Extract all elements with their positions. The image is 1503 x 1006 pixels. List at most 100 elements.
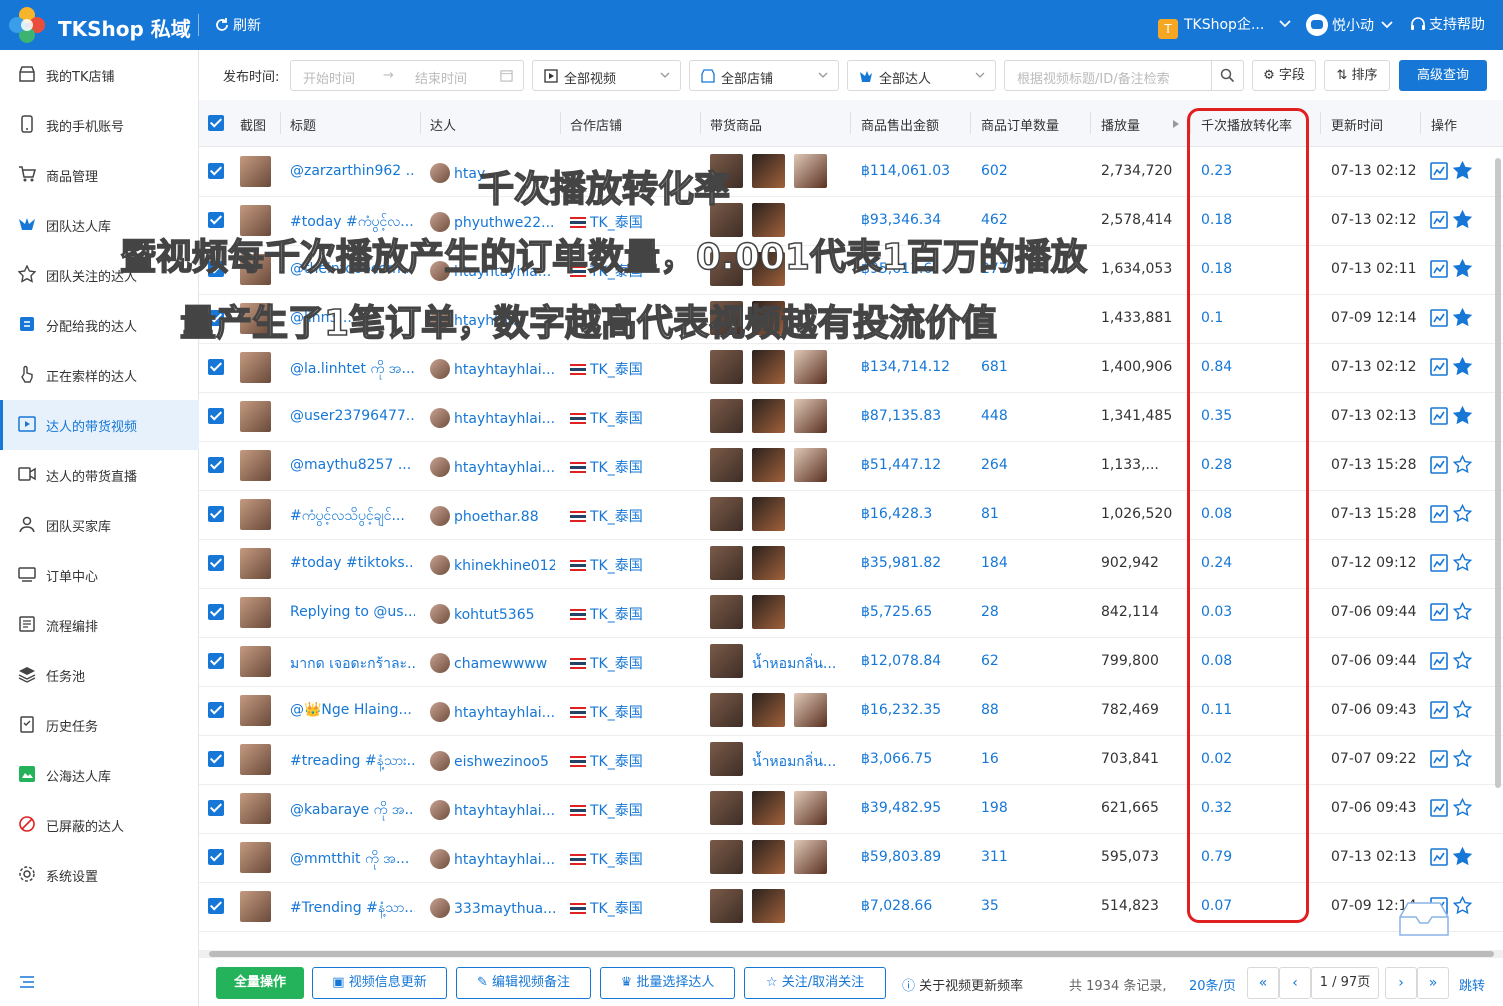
product-thumbnail[interactable]: [752, 791, 785, 825]
sidebar-item[interactable]: 流程编排: [0, 600, 199, 650]
orders-value[interactable]: 448: [981, 408, 1008, 424]
sidebar-item[interactable]: 任务池: [0, 650, 199, 700]
sort-button[interactable]: ⇅ 排序: [1324, 60, 1390, 91]
shop-cell[interactable]: TK_泰国: [570, 653, 690, 673]
shop-cell[interactable]: TK_泰国: [570, 359, 690, 379]
video-title[interactable]: มากด เจอดะกร้าละ...: [290, 653, 415, 675]
select-all-checkbox[interactable]: [208, 115, 224, 131]
product-name[interactable]: น้ำหอมกลิ่น...: [752, 751, 852, 773]
creator-cell[interactable]: htayhtayhlai...: [430, 359, 555, 379]
sidebar-item[interactable]: 达人的带货视频: [0, 400, 199, 450]
jump-button[interactable]: 跳转: [1459, 975, 1485, 994]
chart-icon[interactable]: [1430, 652, 1448, 670]
row-checkbox[interactable]: [208, 849, 224, 865]
first-page-button[interactable]: «: [1247, 967, 1279, 999]
creator-cell[interactable]: htayhtayhlai...: [430, 800, 555, 820]
creator-cell[interactable]: kohtut5365: [430, 604, 555, 624]
product-thumbnail[interactable]: [794, 399, 827, 433]
chart-icon[interactable]: [1430, 407, 1448, 425]
prev-page-button[interactable]: ‹: [1279, 967, 1311, 999]
product-thumbnail[interactable]: [794, 840, 827, 874]
update-frequency-link[interactable]: ⓘ 关于视频更新频率: [902, 975, 1023, 994]
video-thumbnail[interactable]: [240, 156, 271, 187]
gmv-value[interactable]: ฿35,981.82: [861, 555, 941, 571]
row-checkbox[interactable]: [208, 800, 224, 816]
row-checkbox[interactable]: [208, 898, 224, 914]
video-title[interactable]: #Trending #နံ့သာ...: [290, 898, 415, 919]
row-checkbox[interactable]: [208, 702, 224, 718]
advanced-query-button[interactable]: 高级查询: [1399, 60, 1487, 91]
sidebar-item[interactable]: 我的TK店铺: [0, 50, 199, 100]
star-icon[interactable]: [1453, 357, 1472, 376]
refresh-button[interactable]: 刷新: [214, 15, 261, 35]
product-thumbnail[interactable]: [710, 644, 743, 678]
product-thumbnail[interactable]: [794, 693, 827, 727]
shop-cell[interactable]: TK_泰国: [570, 800, 690, 820]
col-orders[interactable]: 商品订单数量: [981, 115, 1059, 134]
row-checkbox[interactable]: [208, 212, 224, 228]
video-thumbnail[interactable]: [240, 597, 271, 628]
product-thumbnail[interactable]: [710, 791, 743, 825]
sidebar-item[interactable]: 订单中心: [0, 550, 199, 600]
product-thumbnail[interactable]: [752, 840, 785, 874]
user-menu[interactable]: 悦小动: [1306, 14, 1394, 36]
batch-creator-button[interactable]: ♛ 批量选择达人: [600, 967, 735, 999]
creator-cell[interactable]: eishwezinoo5: [430, 751, 555, 771]
inbox-icon[interactable]: [1392, 897, 1456, 941]
col-gmv[interactable]: 商品售出金额: [861, 115, 939, 134]
chart-icon[interactable]: [1430, 799, 1448, 817]
gmv-value[interactable]: ฿87,135.83: [861, 408, 941, 424]
product-thumbnail[interactable]: [752, 889, 785, 923]
orders-value[interactable]: 184: [981, 555, 1008, 571]
next-page-button[interactable]: ›: [1385, 967, 1417, 999]
col-title[interactable]: 标题: [290, 115, 316, 134]
sidebar-item[interactable]: 系统设置: [0, 850, 199, 900]
fields-button[interactable]: ⚙ 字段: [1252, 60, 1316, 91]
sidebar-item[interactable]: 达人的带货直播: [0, 450, 199, 500]
video-thumbnail[interactable]: [240, 695, 271, 726]
video-title[interactable]: #treading #နံ့သား...: [290, 751, 415, 772]
star-icon[interactable]: [1453, 308, 1472, 327]
product-thumbnail[interactable]: [752, 546, 785, 580]
video-thumbnail[interactable]: [240, 499, 271, 530]
chart-icon[interactable]: [1430, 309, 1448, 327]
sort-desc-icon[interactable]: [1172, 118, 1180, 130]
sidebar-item[interactable]: 正在索样的达人: [0, 350, 199, 400]
sidebar-item[interactable]: 团队买家库: [0, 500, 199, 550]
orders-value[interactable]: 311: [981, 849, 1008, 865]
video-title[interactable]: @👑Nge Hlaing...: [290, 702, 415, 718]
row-checkbox[interactable]: [208, 457, 224, 473]
video-thumbnail[interactable]: [240, 548, 271, 579]
creator-cell[interactable]: htayhtayhlai...: [430, 408, 555, 428]
orders-value[interactable]: 16: [981, 751, 999, 767]
orders-value[interactable]: 264: [981, 457, 1008, 473]
product-thumbnail[interactable]: [710, 350, 743, 384]
orders-value[interactable]: 602: [981, 163, 1008, 179]
gmv-value[interactable]: ฿114,061.03: [861, 163, 950, 179]
shop-cell[interactable]: TK_泰国: [570, 457, 690, 477]
col-views[interactable]: 播放量: [1101, 115, 1140, 134]
sidebar-item[interactable]: 我的手机账号: [0, 100, 199, 150]
product-thumbnail[interactable]: [710, 546, 743, 580]
company-switcher[interactable]: T TKShop企...: [1158, 14, 1292, 39]
search-button[interactable]: [1211, 61, 1243, 90]
video-title[interactable]: @kabaraye ကို အ...: [290, 800, 415, 821]
star-icon[interactable]: [1453, 259, 1472, 278]
page-indicator[interactable]: 1 / 97页: [1311, 967, 1379, 999]
horizontal-scrollbar[interactable]: [199, 950, 1503, 958]
follow-button[interactable]: ☆ 关注/取消关注: [744, 967, 886, 999]
video-thumbnail[interactable]: [240, 842, 271, 873]
scroll-thumb[interactable]: [209, 951, 1494, 957]
chart-icon[interactable]: [1430, 456, 1448, 474]
search-input[interactable]: 根据视频标题/ID/备注检索: [1004, 60, 1244, 91]
creator-cell[interactable]: phoethar.88: [430, 506, 555, 526]
update-info-button[interactable]: ▣ 视频信息更新: [312, 967, 447, 999]
creator-cell[interactable]: htayhtayhlai...: [430, 457, 555, 477]
chart-icon[interactable]: [1430, 211, 1448, 229]
gmv-value[interactable]: ฿3,066.75: [861, 751, 932, 767]
creator-cell[interactable]: chamewwww: [430, 653, 555, 673]
product-thumbnail[interactable]: [752, 350, 785, 384]
orders-value[interactable]: 462: [981, 212, 1008, 228]
product-thumbnail[interactable]: [710, 448, 743, 482]
star-icon[interactable]: [1453, 161, 1472, 180]
